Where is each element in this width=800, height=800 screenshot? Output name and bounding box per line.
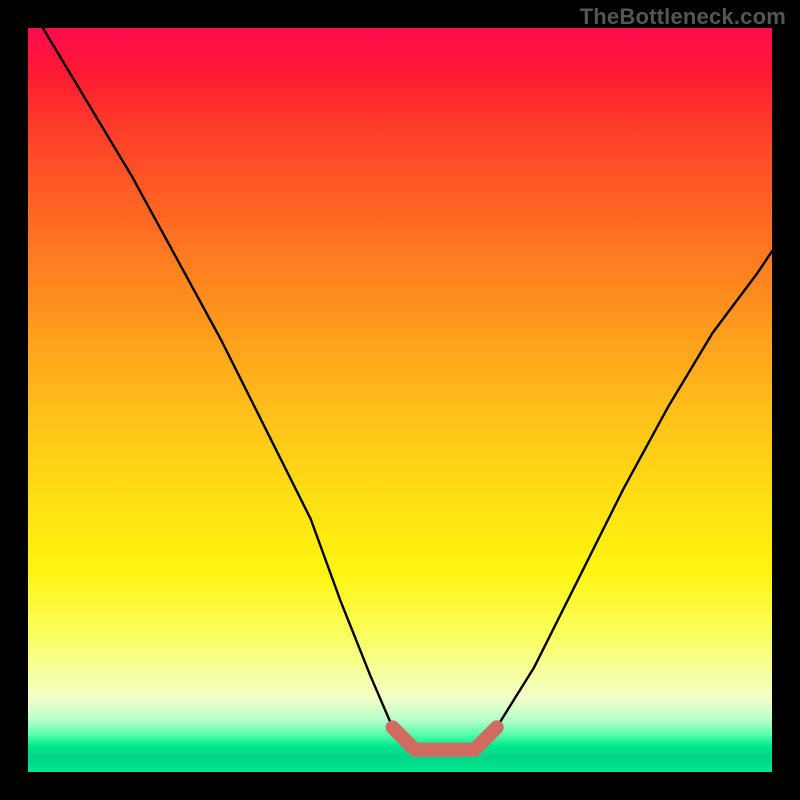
trough-band xyxy=(393,727,497,749)
curve-layer xyxy=(28,28,772,772)
plot-area xyxy=(28,28,772,772)
watermark-text: TheBottleneck.com xyxy=(580,4,786,30)
chart-frame: TheBottleneck.com xyxy=(0,0,800,800)
bottleneck-curve xyxy=(43,28,772,750)
